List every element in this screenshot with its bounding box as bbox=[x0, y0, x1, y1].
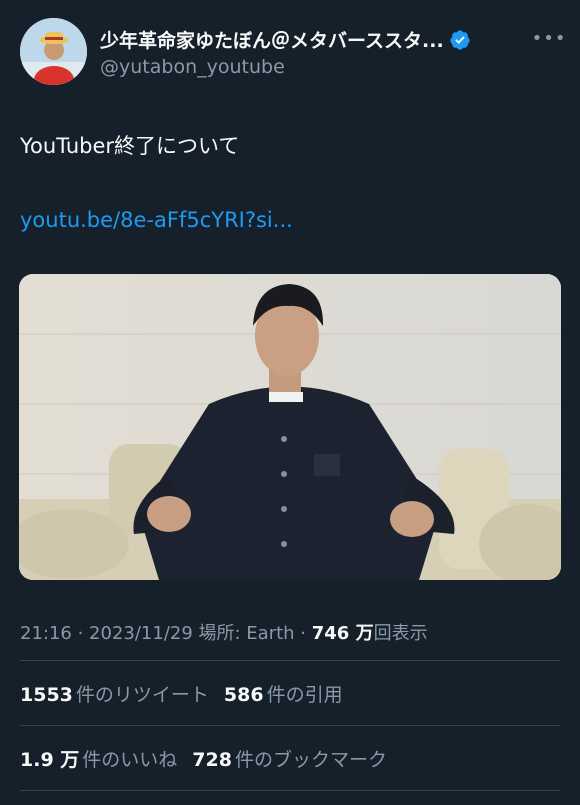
meta-separator: · bbox=[71, 623, 90, 644]
like-bookmark-stats: 1.9 万件のいいね 728 件のブックマーク bbox=[20, 745, 387, 772]
retweets-link[interactable]: 1553 件のリツイート bbox=[20, 680, 209, 707]
retweet-count: 1553 bbox=[20, 684, 73, 706]
tweet-date[interactable]: 2023/11/29 bbox=[89, 623, 193, 644]
like-label: 件のいいね bbox=[82, 749, 178, 771]
quote-label: 件の引用 bbox=[266, 684, 343, 706]
bookmarks-link[interactable]: 728 件のブックマーク bbox=[192, 745, 387, 772]
media-photo bbox=[19, 274, 561, 580]
quote-count: 586 bbox=[223, 684, 264, 706]
retweet-label: 件のリツイート bbox=[75, 684, 209, 706]
view-count-label: 回表示 bbox=[373, 623, 428, 644]
like-count: 1.9 万 bbox=[20, 749, 80, 771]
bookmark-label: 件のブックマーク bbox=[234, 749, 387, 771]
meta-separator: · bbox=[294, 623, 312, 644]
more-options-button[interactable]: ••• bbox=[532, 28, 566, 49]
bookmark-count: 728 bbox=[192, 749, 232, 771]
author-name-row: 少年革命家ゆたぼん＠メタバーススタ... bbox=[100, 26, 530, 53]
tweet-detail: 少年革命家ゆたぼん＠メタバーススタ... ••• @yutabon_youtub… bbox=[0, 0, 580, 805]
tweet-time[interactable]: 21:16 bbox=[20, 623, 72, 644]
tweet-link[interactable]: youtu.be/8e-aFf5cYRI?si... bbox=[20, 208, 293, 232]
author-handle[interactable]: @yutabon_youtube bbox=[100, 56, 285, 78]
tweet-media-image[interactable] bbox=[19, 274, 561, 580]
view-count: 746 万 bbox=[311, 623, 374, 644]
divider bbox=[20, 725, 560, 726]
author-display-name[interactable]: 少年革命家ゆたぼん＠メタバーススタ... bbox=[100, 26, 444, 53]
divider bbox=[20, 660, 560, 661]
verified-badge-icon bbox=[450, 29, 470, 50]
tweet-meta: 21:16 · 2023/11/29 場所: Earth · 746 万回表示 bbox=[20, 619, 428, 645]
tweet-location: 場所: Earth bbox=[192, 623, 295, 644]
likes-link[interactable]: 1.9 万件のいいね bbox=[20, 745, 177, 772]
avatar[interactable] bbox=[20, 18, 87, 85]
retweet-quote-stats: 1553 件のリツイート 586 件の引用 bbox=[20, 680, 343, 707]
divider bbox=[20, 790, 560, 791]
quotes-link[interactable]: 586 件の引用 bbox=[224, 680, 343, 707]
avatar-image bbox=[20, 18, 87, 85]
more-horizontal-icon: ••• bbox=[531, 27, 567, 49]
tweet-text: YouTuber終了について bbox=[20, 134, 240, 158]
